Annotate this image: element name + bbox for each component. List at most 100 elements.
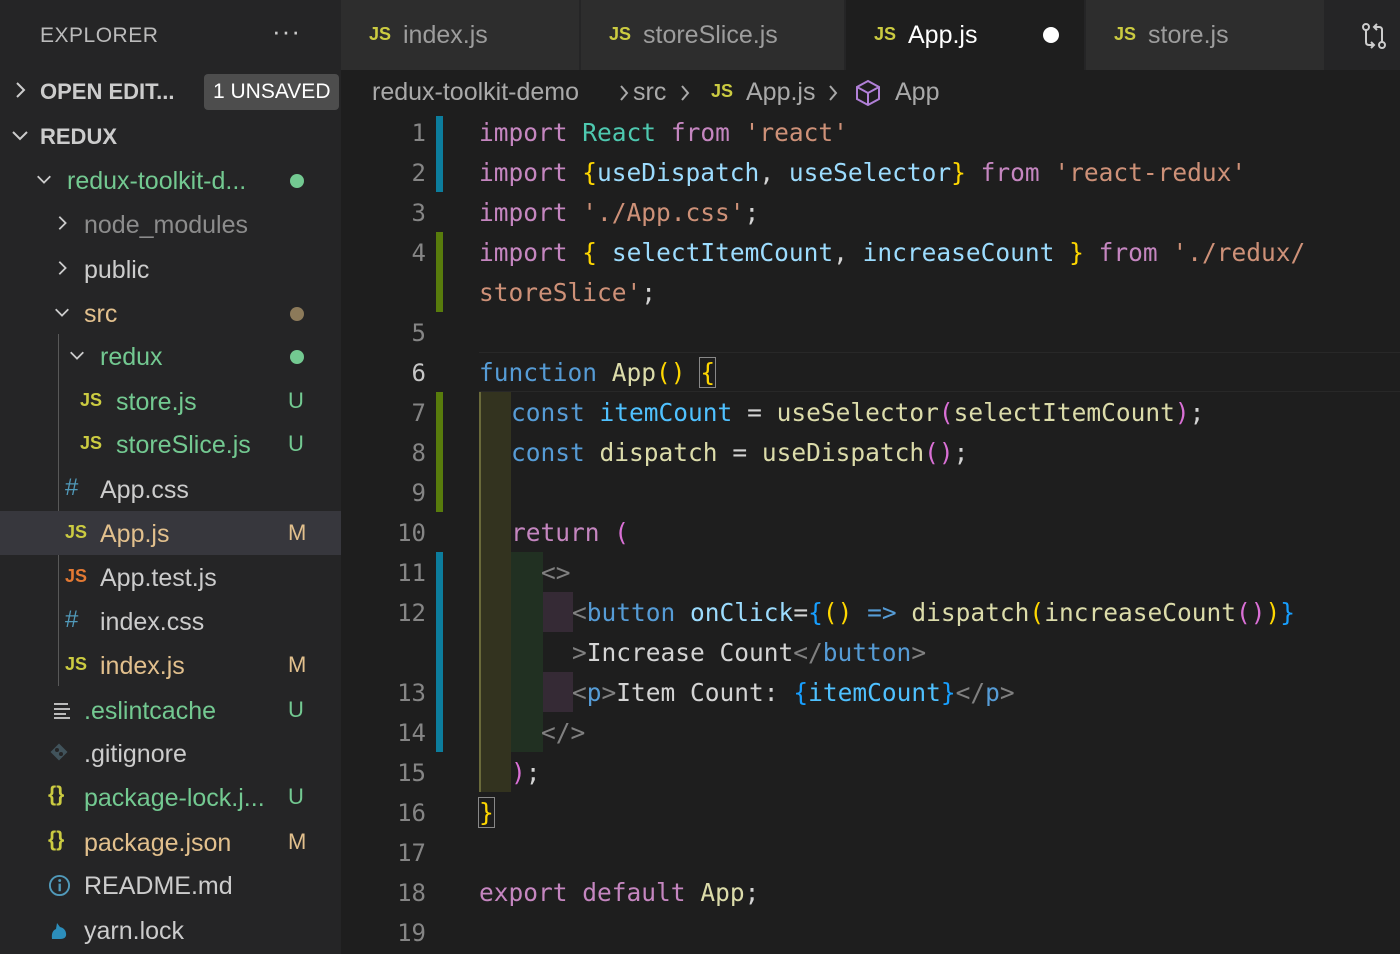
js-file-icon: JS: [1114, 24, 1137, 44]
chevron-right-icon: [58, 261, 67, 275]
chevron-right-icon: [681, 85, 690, 101]
token-tag-bracket: >: [572, 638, 587, 667]
tree-item-project-folder[interactable]: redux-toolkit-d...: [0, 158, 341, 202]
token-keyword: import: [479, 158, 568, 187]
token-tag-bracket: </: [955, 678, 986, 707]
tree-item-yarn-lock[interactable]: yarn.lock: [0, 908, 341, 952]
token-punct: ;: [641, 278, 657, 307]
code-line: return (: [511, 518, 629, 547]
open-changes-icon[interactable]: [1358, 20, 1390, 52]
token-string: storeSlice': [479, 278, 642, 307]
tree-item-app-test-js[interactable]: JS App.test.js: [0, 555, 341, 599]
workspace-section-redux[interactable]: REDUX: [0, 115, 341, 159]
tree-item-redux[interactable]: redux: [0, 334, 341, 378]
token-bracket: }: [951, 158, 966, 187]
code-line: function App() {: [479, 357, 717, 388]
token-bracket: {: [793, 678, 809, 707]
tab-storeslice-js[interactable]: JS storeSlice.js: [581, 0, 844, 70]
code-line: import './App.css';: [479, 198, 759, 227]
line-number: 1: [411, 119, 426, 147]
token-punct: ,: [833, 238, 848, 267]
tree-item-package-lock[interactable]: {} package-lock.j... U: [0, 775, 341, 819]
line-number: 2: [411, 159, 426, 187]
tree-item-readme[interactable]: README.md: [0, 863, 341, 907]
code-line: import { selectItemCount, increaseCount …: [479, 238, 1305, 267]
chevron-right-icon: [58, 216, 67, 230]
tree-item-storeslice-js[interactable]: JS storeSlice.js U: [0, 422, 341, 466]
token-keyword: from: [670, 118, 730, 147]
tree-item-store-js[interactable]: JS store.js U: [0, 379, 341, 423]
tab-store-js[interactable]: JS store.js: [1086, 0, 1324, 70]
tree-item-src[interactable]: src: [0, 291, 341, 335]
tree-item-label: node_modules: [84, 211, 249, 239]
css-file-icon: #: [65, 474, 79, 501]
open-editors-section[interactable]: OPEN EDIT... 1 UNSAVED: [0, 70, 341, 114]
breadcrumb-folder[interactable]: src: [633, 78, 666, 107]
gutter-added-marker: [436, 392, 443, 512]
token-keyword: import: [479, 198, 568, 227]
token-bracket: ): [1174, 398, 1190, 427]
token-tag-bracket: <: [572, 598, 587, 627]
info-icon: [48, 874, 71, 897]
tree-item-eslintcache[interactable]: .eslintcache U: [0, 688, 341, 732]
token-string: 'react-redux': [1054, 158, 1247, 187]
token-tag: <>: [541, 558, 571, 587]
token-identifier: App: [700, 878, 745, 907]
js-file-icon: JS: [874, 24, 897, 44]
token-tag-bracket: >: [999, 678, 1015, 707]
line-number: 16: [397, 799, 426, 827]
token-keyword: default: [582, 878, 686, 907]
json-file-icon: {}: [48, 828, 65, 851]
token-tag-bracket: >: [601, 678, 617, 707]
workspace-label: REDUX: [40, 124, 118, 149]
line-number: 12: [397, 599, 426, 627]
breadcrumb-file[interactable]: App.js: [746, 78, 815, 107]
tree-item-node-modules[interactable]: node_modules: [0, 202, 341, 246]
lines-icon: [54, 703, 70, 719]
tree-item-index-css[interactable]: # index.css: [0, 599, 341, 643]
token-function: dispatch: [911, 598, 1030, 627]
breadcrumb-symbol[interactable]: App: [895, 78, 939, 107]
token-tag-bracket: </: [793, 638, 823, 667]
tree-item-index-js[interactable]: JS index.js M: [0, 643, 341, 687]
tree-item-label: .gitignore: [84, 740, 187, 768]
token-bracket: ): [1265, 598, 1281, 627]
tree-item-label: package-lock.j...: [84, 784, 265, 812]
tree-item-app-css[interactable]: # App.css: [0, 467, 341, 511]
explorer-title: EXPLORER: [40, 24, 159, 47]
token-punct: ;: [525, 758, 541, 787]
token-punct: ;: [1189, 398, 1205, 427]
chevron-down-icon: [12, 131, 28, 141]
js-file-icon: JS: [65, 522, 88, 542]
chevron-right-icon: [620, 85, 629, 101]
token-function: increaseCount: [1044, 598, 1236, 627]
more-actions-icon[interactable]: ···: [272, 16, 301, 47]
tree-item-public[interactable]: public: [0, 247, 341, 291]
unsaved-dot-icon[interactable]: [1043, 27, 1059, 43]
gutter-modified-marker: [436, 116, 443, 192]
code-editor[interactable]: 1 2 3 4 5 6 7 8 9 10 11 12 13 14 15 16 1…: [341, 116, 1400, 954]
line-number: 19: [397, 919, 426, 947]
tab-app-js[interactable]: JS App.js: [846, 0, 1084, 70]
chevron-right-icon: [829, 85, 838, 101]
tab-label: App.js: [908, 21, 978, 49]
breadcrumb-project[interactable]: redux-toolkit-demo: [372, 78, 579, 107]
tree-item-label: store.js: [116, 388, 197, 416]
indent-highlight: [543, 592, 573, 632]
token-bracket: (): [1235, 598, 1266, 627]
tree-item-package-json[interactable]: {} package.json M: [0, 820, 341, 864]
tab-index-js[interactable]: JS index.js: [341, 0, 579, 70]
tab-label: store.js: [1148, 21, 1229, 49]
tree-item-label: index.css: [100, 608, 205, 636]
token-bracket: {: [808, 598, 823, 627]
code-line: import React from 'react': [479, 118, 848, 147]
line-number: 4: [411, 239, 426, 267]
token-operator: =: [793, 598, 809, 627]
tree-item-label: App.js: [100, 520, 170, 548]
git-status: M: [288, 652, 307, 677]
explorer-header: EXPLORER ···: [0, 0, 341, 70]
tree-item-gitignore[interactable]: .gitignore: [0, 731, 341, 775]
token-keyword: from: [980, 158, 1040, 187]
indent-highlight: [511, 552, 543, 752]
tree-item-app-js[interactable]: JS App.js M: [0, 511, 341, 555]
